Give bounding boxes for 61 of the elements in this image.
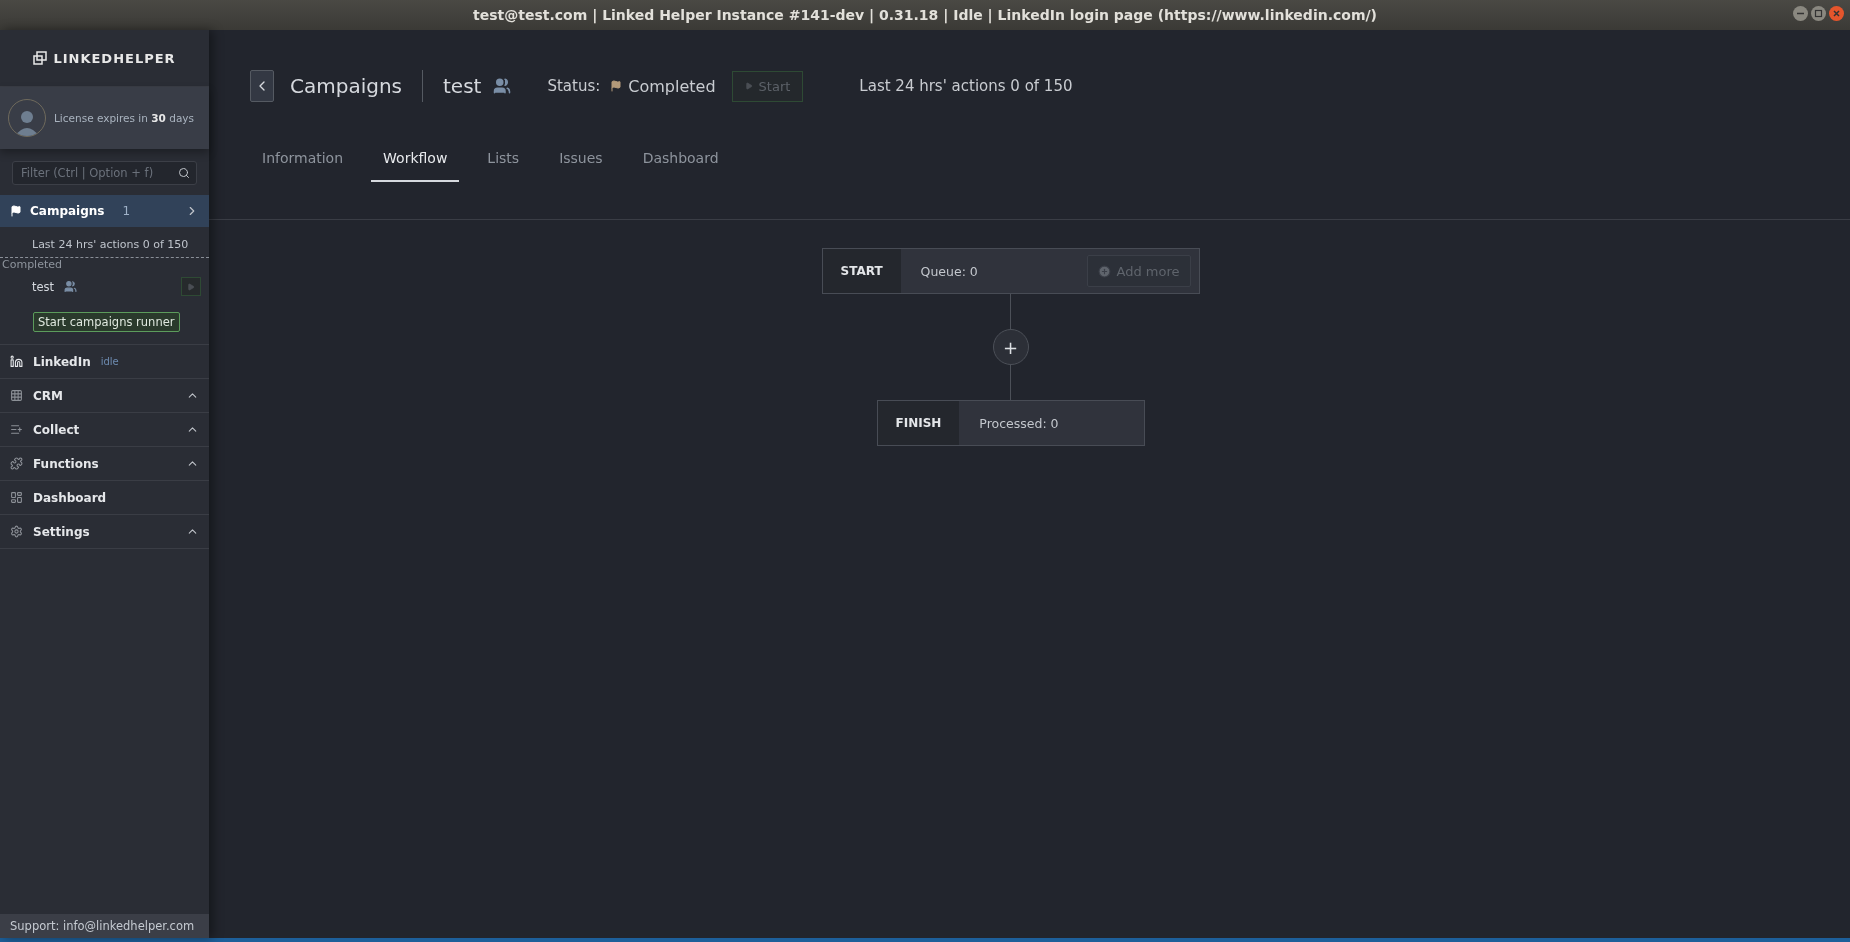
users-icon xyxy=(64,280,78,293)
add-step-button[interactable]: + xyxy=(992,329,1029,365)
nav-label: Settings xyxy=(33,524,90,539)
license-text: License expires in 30 days xyxy=(54,112,194,124)
nav-item[interactable]: Settings xyxy=(0,514,209,548)
tab[interactable]: Workflow xyxy=(371,150,460,182)
back-button[interactable] xyxy=(250,70,274,102)
nav-label: LinkedIn xyxy=(33,354,91,369)
close-button[interactable] xyxy=(1829,6,1844,21)
play-icon xyxy=(744,82,753,90)
tab[interactable]: Lists xyxy=(475,150,532,182)
tab[interactable]: Issues xyxy=(547,150,615,182)
status-value: Completed xyxy=(628,76,716,96)
tab[interactable]: Dashboard xyxy=(630,150,731,182)
processed-text: Processed: 0 xyxy=(978,414,1060,433)
nav-label: CRM xyxy=(33,388,63,403)
nav-item[interactable]: Functions xyxy=(0,446,209,480)
square-icon xyxy=(1814,9,1823,18)
status-text: idle xyxy=(100,356,120,367)
nav-label: Collect xyxy=(33,422,80,437)
logo-text: LINKEDHELPER xyxy=(53,50,176,66)
node-label: START xyxy=(822,249,901,293)
grid-icon xyxy=(10,389,23,402)
campaign-title: test xyxy=(443,74,482,98)
group-label: Completed xyxy=(1,258,63,271)
dashboard-icon xyxy=(10,491,23,504)
flag-icon xyxy=(610,80,623,92)
list-plus-icon xyxy=(10,423,23,436)
puzzle-icon xyxy=(10,457,23,470)
nav-item[interactable]: Collect xyxy=(0,412,209,446)
breadcrumb: Campaigns xyxy=(290,70,423,102)
filter-field[interactable]: Filter (Ctrl | Option + f) xyxy=(12,161,197,185)
users-icon xyxy=(493,77,512,95)
nav-item[interactable]: LinkedIn idle xyxy=(0,344,209,378)
plus-circle-icon xyxy=(1097,264,1111,278)
actions-text: Last 24 hrs' actions 0 of 150 xyxy=(31,237,190,253)
campaign-name[interactable]: test xyxy=(32,279,55,294)
start-runner-button[interactable]: Start campaigns runner xyxy=(33,312,180,332)
linkedin-icon xyxy=(10,355,23,368)
campaigns-nav-item[interactable]: Campaigns 1 xyxy=(0,195,209,227)
nav-item[interactable]: CRM xyxy=(0,378,209,412)
queue-text: Queue: 0 xyxy=(919,262,979,281)
flag-icon xyxy=(10,205,22,217)
nav-item[interactable]: Dashboard xyxy=(0,480,209,514)
node-label: FINISH xyxy=(877,401,960,445)
logo-icon xyxy=(33,51,48,65)
tab[interactable]: Information xyxy=(250,150,356,182)
play-icon xyxy=(187,282,195,291)
nav-label: Functions xyxy=(33,456,99,471)
search-icon xyxy=(178,167,190,179)
maximize-button[interactable] xyxy=(1811,6,1826,21)
nav-label: Campaigns xyxy=(30,204,105,218)
actions-text: Last 24 hrs' actions 0 of 150 xyxy=(859,77,1073,95)
campaign-count: 1 xyxy=(122,204,132,218)
window-title: test@test.com | Linked Helper Instance #141-dev | 0.31.18 | Idle | LinkedIn login page (https://www.linkedin.com/) xyxy=(473,7,1377,23)
status-label: Status: xyxy=(547,77,601,95)
close-icon xyxy=(1832,9,1841,18)
settings-icon xyxy=(10,525,23,538)
minimize-button[interactable] xyxy=(1793,6,1808,21)
support-text: Support: info@linkedhelper.com xyxy=(0,914,209,938)
nav-label: Dashboard xyxy=(33,490,107,505)
